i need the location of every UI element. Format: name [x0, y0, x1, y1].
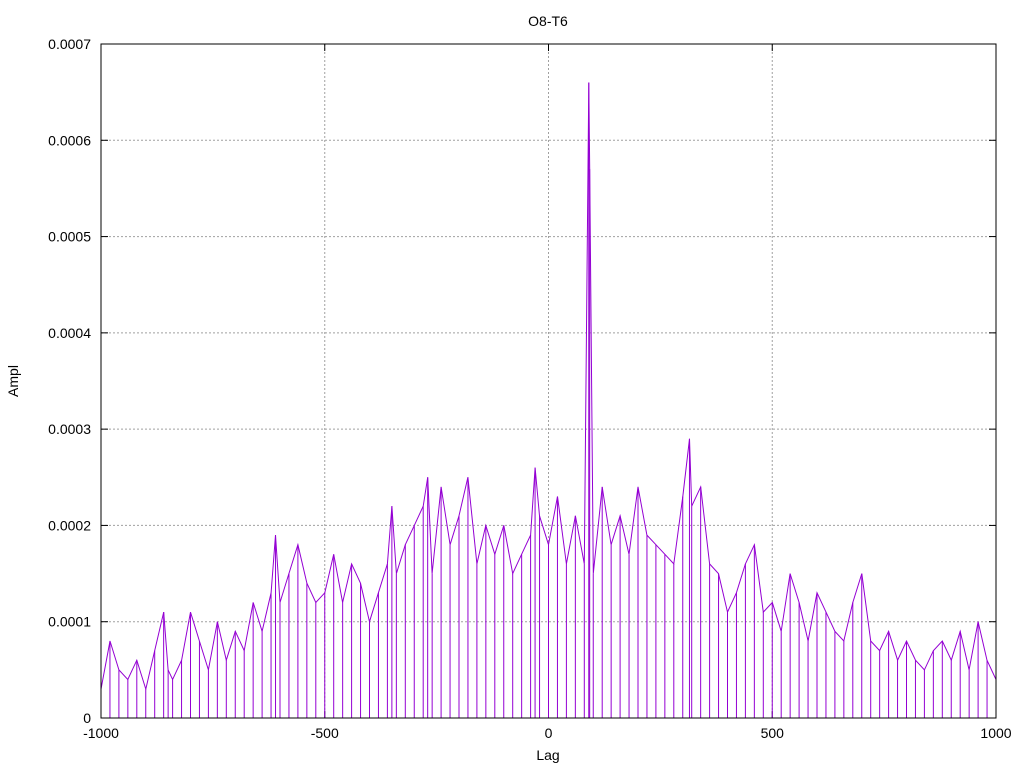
y-tick-label: 0.0005	[48, 229, 91, 245]
y-tick-label: 0	[83, 710, 91, 726]
y-tick-label: 0.0006	[48, 132, 91, 148]
y-tick-label: 0.0004	[48, 325, 91, 341]
x-tick-label: -1000	[83, 725, 119, 741]
chart-title: O8-T6	[528, 13, 568, 29]
x-tick-label: 1000	[980, 725, 1011, 741]
x-axis-label: Lag	[536, 747, 559, 763]
correlation-chart: 0 0.0001 0.0002 0.0003 0.0004 0.0005 0.0006 0.0…	[5, 13, 1012, 763]
y-tick-label: 0.0007	[48, 36, 91, 52]
y-tick-label: 0.0003	[48, 421, 91, 437]
x-tick-label: 500	[761, 725, 785, 741]
x-tick-label: -500	[311, 725, 339, 741]
y-tick-label: 0.0001	[48, 614, 91, 630]
y-tick-label: 0.0002	[48, 517, 91, 533]
x-tick-label: 0	[545, 725, 553, 741]
axis-ticks: 0 0.0001 0.0002 0.0003 0.0004 0.0005 0.0006 0.0…	[48, 36, 1012, 741]
y-axis-label: Ampl	[5, 365, 21, 397]
